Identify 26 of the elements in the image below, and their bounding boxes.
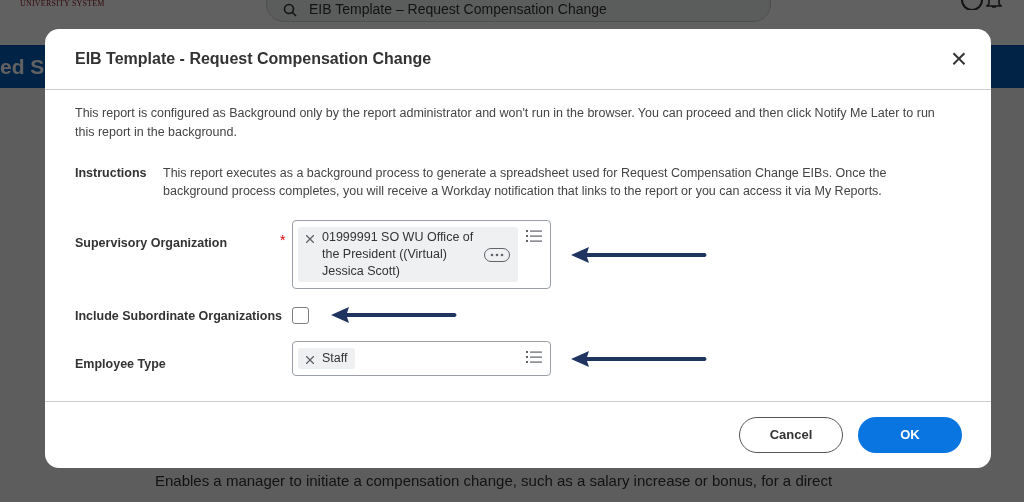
more-icon[interactable]	[484, 247, 510, 262]
banner-title: ed S	[0, 53, 45, 80]
chip-text: Staff	[322, 350, 348, 367]
field-label: Supervisory Organization	[75, 236, 228, 250]
list-icon[interactable]	[526, 229, 542, 243]
instructions-text: This report executes as a background process to generate a spreadsheet used for Request Compensation Change EIBs. Once the background process completes, you will receive a Workday notification that links to the report or you can access it via My Reports.	[163, 165, 888, 200]
list-icon[interactable]	[526, 350, 542, 364]
chip-text: 01999991 SO WU Office of the President ((Virtual) Jessica Scott)	[322, 229, 475, 280]
close-button[interactable]: ×	[946, 45, 971, 73]
logo-text: UNIVERSITY SYSTEM	[20, 0, 105, 10]
search-text: EIB Template – Request Compensation Change	[309, 1, 607, 17]
required-mark: *	[280, 232, 286, 248]
task-description: Enables a manager to initiate a compensation change, such as a salary increase or bonus, for a direct	[155, 471, 834, 491]
checkbox[interactable]	[292, 306, 309, 324]
cancel-button[interactable]: Cancel	[739, 417, 843, 453]
field-label: Employee Type	[75, 357, 166, 371]
field-label: Include Subordinate Organizations	[75, 309, 282, 323]
instructions-label: Instructions	[75, 165, 148, 182]
search-icon	[283, 3, 297, 17]
notice-text: This report is configured as Background only by the report administrator and won't run in the browser. You can proceed and then click Notify Me Later to run this report in the background.	[75, 105, 936, 141]
dialog-title: EIB Template - Request Compensation Change	[75, 49, 432, 69]
multiselect-field[interactable]: 01999991 SO WU Office of the President ((Virtual) Jessica Scott)	[292, 220, 551, 289]
ok-button[interactable]: OK	[858, 417, 962, 453]
multiselect-field[interactable]: Staff	[292, 341, 551, 376]
remove-icon[interactable]	[306, 235, 314, 243]
remove-icon[interactable]	[306, 356, 314, 364]
